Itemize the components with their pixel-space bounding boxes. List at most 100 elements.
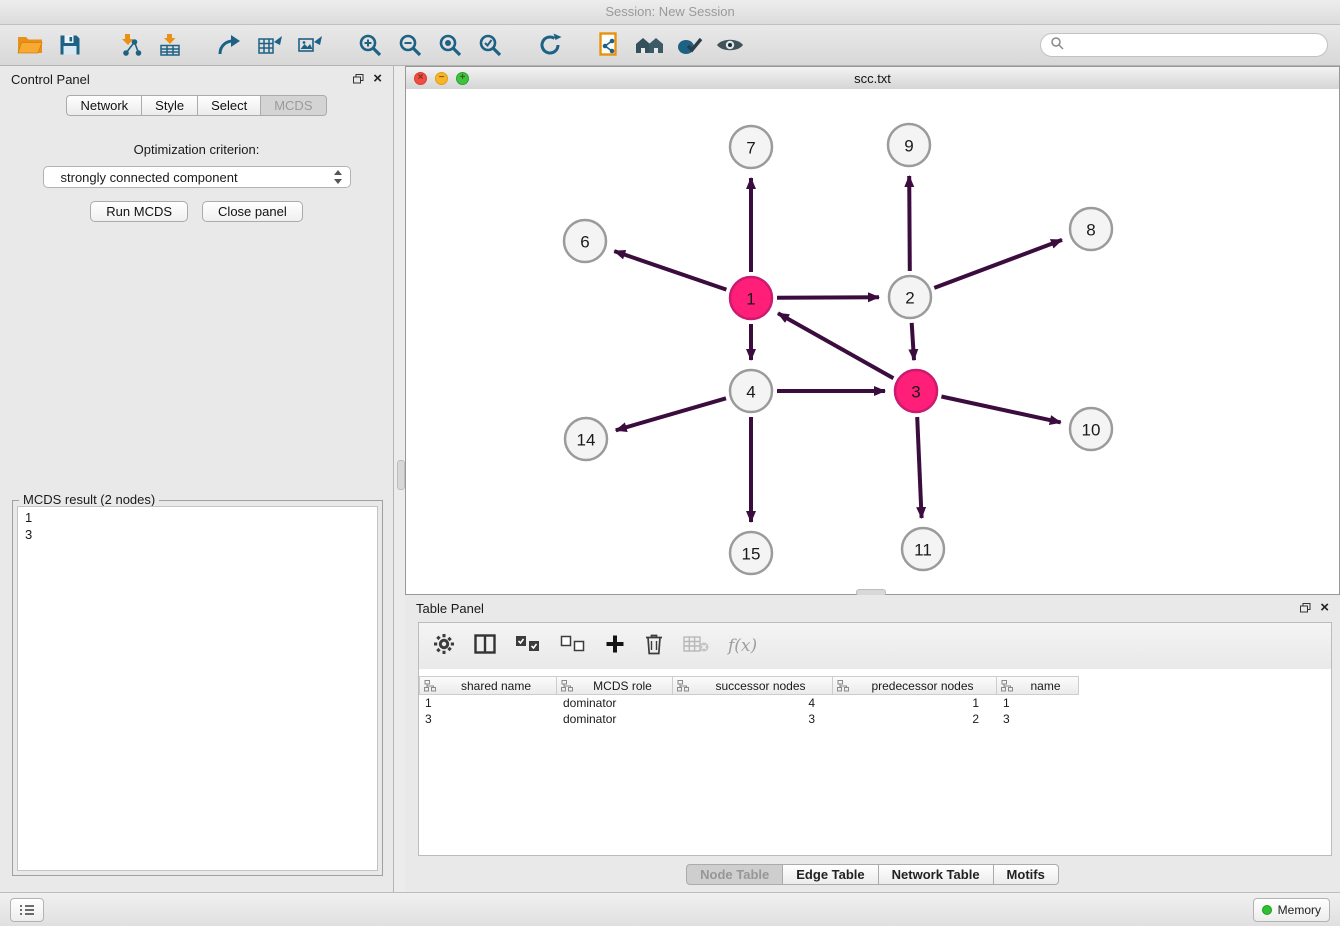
svg-text:9: 9 xyxy=(904,137,913,156)
svg-text:15: 15 xyxy=(742,545,761,564)
edge-2-8[interactable] xyxy=(934,240,1062,288)
import-network-icon[interactable] xyxy=(112,28,148,62)
mcds-result-list[interactable]: 13 xyxy=(17,506,378,871)
task-history-button[interactable] xyxy=(10,898,44,922)
edge-3-10[interactable] xyxy=(941,397,1060,423)
graph-node-6[interactable]: 6 xyxy=(564,220,606,262)
tab-motifs[interactable]: Motifs xyxy=(994,864,1059,885)
eye-icon[interactable] xyxy=(712,28,748,62)
network-canvas[interactable]: 7 9 6 8 1 2 4 3 14 10 15 11 xyxy=(406,89,1339,594)
graph-node-3[interactable]: 3 xyxy=(895,370,937,412)
zoom-in-icon[interactable] xyxy=(352,28,388,62)
graph-node-10[interactable]: 10 xyxy=(1070,408,1112,450)
edge-2-9[interactable] xyxy=(909,176,910,271)
mcds-result-box: MCDS result (2 nodes) 13 xyxy=(12,494,383,876)
graph-node-14[interactable]: 14 xyxy=(565,418,607,460)
table-settings-icon[interactable] xyxy=(433,633,455,660)
show-columns-icon[interactable] xyxy=(474,634,496,659)
edge-2-3[interactable] xyxy=(912,323,914,360)
table-row[interactable]: 3dominator323 xyxy=(419,711,1331,727)
svg-text:7: 7 xyxy=(746,139,755,158)
delete-table-icon xyxy=(683,635,709,658)
graph-node-15[interactable]: 15 xyxy=(730,532,772,574)
memory-button[interactable]: Memory xyxy=(1253,898,1330,922)
export-table-icon[interactable] xyxy=(252,28,288,62)
graph-node-1[interactable]: 1 xyxy=(730,277,772,319)
graph-node-7[interactable]: 7 xyxy=(730,126,772,168)
table-cell: 1 xyxy=(833,696,997,710)
search-field[interactable] xyxy=(1040,33,1328,57)
minimize-window-icon[interactable]: − xyxy=(435,72,448,85)
save-session-icon[interactable] xyxy=(52,28,88,62)
table-cell: 2 xyxy=(833,712,997,726)
table-cell: 3 xyxy=(997,712,1079,726)
svg-text:6: 6 xyxy=(580,233,589,252)
close-table-panel-icon[interactable]: × xyxy=(1320,602,1329,614)
table-cell: 3 xyxy=(419,712,557,726)
zoom-window-icon[interactable]: + xyxy=(456,72,469,85)
graph-node-9[interactable]: 9 xyxy=(888,124,930,166)
float-table-panel-icon[interactable] xyxy=(1300,601,1311,616)
column-header-predecessor-nodes[interactable]: predecessor nodes xyxy=(833,676,997,695)
float-panel-icon[interactable] xyxy=(353,72,364,87)
tab-node-table[interactable]: Node Table xyxy=(686,864,783,885)
control-tab-mcds[interactable]: MCDS xyxy=(261,95,326,116)
search-icon xyxy=(1050,36,1064,55)
svg-text:1: 1 xyxy=(746,290,755,309)
network-view-window: scc.txt × − + 7 9 6 8 1 2 4 3 14 10 15 11 xyxy=(405,66,1340,595)
network-view-titlebar[interactable]: scc.txt × − + xyxy=(406,67,1339,90)
close-panel-button[interactable]: Close panel xyxy=(202,201,303,222)
select-all-icon[interactable] xyxy=(515,635,541,658)
column-header-MCDS-role[interactable]: MCDS role xyxy=(557,676,673,695)
svg-text:2: 2 xyxy=(905,289,914,308)
open-session-icon[interactable] xyxy=(12,28,48,62)
control-tab-style[interactable]: Style xyxy=(142,95,198,116)
edge-4-14[interactable] xyxy=(616,398,726,430)
delete-row-icon[interactable] xyxy=(644,633,664,660)
svg-text:4: 4 xyxy=(746,383,755,402)
close-window-icon[interactable]: × xyxy=(414,72,427,85)
search-input[interactable] xyxy=(1069,37,1318,54)
export-image-icon[interactable] xyxy=(292,28,328,62)
graph-node-11[interactable]: 11 xyxy=(902,528,944,570)
table-toolbar: f(x) xyxy=(419,623,1331,669)
home-icon[interactable] xyxy=(632,28,668,62)
graph-node-2[interactable]: 2 xyxy=(889,276,931,318)
optimization-criterion-label: Optimization criterion: xyxy=(0,142,393,157)
network-graph[interactable]: 7 9 6 8 1 2 4 3 14 10 15 11 xyxy=(406,89,1339,594)
zoom-selected-icon[interactable] xyxy=(472,28,508,62)
add-row-icon[interactable] xyxy=(605,634,625,659)
control-tab-network[interactable]: Network xyxy=(66,95,142,116)
close-panel-icon[interactable]: × xyxy=(373,73,382,85)
tab-network-table[interactable]: Network Table xyxy=(879,864,994,885)
run-mcds-button[interactable]: Run MCDS xyxy=(90,201,188,222)
deselect-all-icon[interactable] xyxy=(560,635,586,658)
table-cell: dominator xyxy=(557,696,673,710)
network-overview-icon[interactable] xyxy=(592,28,628,62)
optimization-criterion-select[interactable]: strongly connected component xyxy=(43,166,351,188)
export-network-icon[interactable] xyxy=(212,28,248,62)
zoom-out-icon[interactable] xyxy=(392,28,428,62)
table-row[interactable]: 1dominator411 xyxy=(419,695,1331,711)
control-tab-select[interactable]: Select xyxy=(198,95,261,116)
window-titlebar[interactable]: Session: New Session xyxy=(0,0,1340,25)
edge-3-11[interactable] xyxy=(917,417,921,518)
table-cell: 1 xyxy=(997,696,1079,710)
apply-layout-icon[interactable] xyxy=(532,28,568,62)
style-check-icon[interactable] xyxy=(672,28,708,62)
column-header-name[interactable]: name xyxy=(997,676,1079,695)
graph-node-4[interactable]: 4 xyxy=(730,370,772,412)
memory-button-label: Memory xyxy=(1278,903,1321,917)
column-header-successor-nodes[interactable]: successor nodes xyxy=(673,676,833,695)
zoom-fit-icon[interactable] xyxy=(432,28,468,62)
column-header-shared-name[interactable]: shared name xyxy=(419,676,557,695)
graph-node-8[interactable]: 8 xyxy=(1070,208,1112,250)
edge-1-6[interactable] xyxy=(614,251,726,290)
edge-3-1[interactable] xyxy=(778,313,893,378)
vertical-splitter-handle[interactable] xyxy=(397,460,405,490)
tab-edge-table[interactable]: Edge Table xyxy=(783,864,878,885)
edge-1-2[interactable] xyxy=(777,297,879,298)
import-table-icon[interactable] xyxy=(152,28,188,62)
window-title: Session: New Session xyxy=(605,4,734,19)
node-table-container: f(x) shared nameMCDS rolesuccessor nodes… xyxy=(418,622,1332,856)
